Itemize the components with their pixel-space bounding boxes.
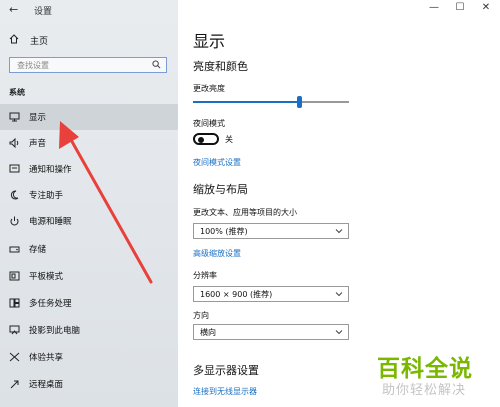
tablet-icon — [9, 271, 20, 281]
moon-icon — [10, 190, 19, 200]
brightness-slider-track[interactable] — [193, 101, 349, 103]
power-icon — [10, 216, 19, 226]
night-mode-toggle[interactable] — [193, 133, 219, 145]
search-input[interactable]: 查找设置 — [9, 57, 167, 73]
sidebar-item-sound[interactable]: 声音 — [0, 130, 178, 156]
scale-dropdown-value: 100% (推荐) — [200, 227, 248, 236]
share-icon — [9, 352, 20, 362]
scale-dropdown[interactable]: 100% (推荐) — [193, 223, 349, 239]
sidebar-item-label: 投影到此电脑 — [29, 326, 81, 336]
main-panel: — ☐ ✕ 显示 亮度和颜色 更改亮度 夜间模式 关 夜间模式设置 缩放与布局 … — [178, 0, 500, 407]
resolution-label: 分辨率 — [193, 271, 217, 280]
sidebar-item-label: 电源和睡眠 — [29, 217, 72, 227]
brightness-slider-fill — [193, 101, 300, 103]
toggle-knob — [198, 137, 204, 143]
sidebar-item-label: 远程桌面 — [29, 380, 64, 390]
brightness-section-heading: 亮度和颜色 — [193, 60, 248, 73]
sidebar-item-shared-experiences[interactable]: 体验共享 — [0, 344, 178, 370]
arrow-left-icon[interactable]: ← — [9, 3, 18, 16]
storage-icon — [9, 246, 20, 253]
sidebar: ← 设置 主页 查找设置 系统 显示 声音 通知和操作 专注助手 电源和睡眠 存… — [0, 0, 178, 407]
resolution-dropdown[interactable]: 1600 × 900 (推荐) — [193, 286, 349, 302]
notification-icon — [9, 164, 20, 173]
sidebar-item-label: 通知和操作 — [29, 165, 72, 175]
brightness-label: 更改亮度 — [193, 84, 225, 93]
sidebar-item-storage[interactable]: 存储 — [0, 236, 178, 262]
chevron-down-icon — [335, 229, 343, 234]
sidebar-item-label: 平板模式 — [29, 272, 64, 282]
home-icon — [9, 34, 19, 44]
project-icon — [9, 325, 20, 335]
multitask-icon — [9, 298, 20, 308]
sidebar-item-notifications[interactable]: 通知和操作 — [0, 156, 178, 182]
scale-label: 更改文本、应用等项目的大小 — [193, 208, 297, 217]
night-mode-settings-link[interactable]: 夜间模式设置 — [193, 157, 241, 168]
orientation-dropdown[interactable]: 横向 — [193, 324, 349, 340]
sidebar-item-tablet-mode[interactable]: 平板模式 — [0, 263, 178, 289]
sidebar-item-focus-assist[interactable]: 专注助手 — [0, 182, 178, 208]
sidebar-item-label: 体验共享 — [29, 353, 64, 363]
wireless-display-link[interactable]: 连接到无线显示器 — [193, 386, 257, 397]
section-label-system: 系统 — [9, 88, 25, 97]
resolution-dropdown-value: 1600 × 900 (推荐) — [200, 290, 273, 299]
close-button[interactable]: ✕ — [476, 2, 496, 13]
sidebar-item-power-sleep[interactable]: 电源和睡眠 — [0, 208, 178, 234]
sidebar-item-multitasking[interactable]: 多任务处理 — [0, 290, 178, 316]
orientation-dropdown-value: 横向 — [200, 328, 216, 337]
chevron-down-icon — [335, 330, 343, 335]
window-controls: — ☐ ✕ — [420, 0, 500, 18]
multi-display-section-heading: 多显示器设置 — [193, 364, 259, 377]
title-bar: ← 设置 — [0, 0, 178, 22]
sidebar-item-label: 专注助手 — [29, 191, 64, 201]
home-nav-item[interactable]: 主页 — [0, 28, 178, 52]
night-mode-label: 夜间模式 — [193, 119, 225, 128]
speaker-icon — [9, 138, 19, 148]
watermark-subtitle: 助你轻松解决 — [382, 383, 467, 398]
sidebar-item-label: 显示 — [29, 113, 47, 123]
orientation-label: 方向 — [193, 311, 209, 320]
remote-icon — [10, 380, 19, 389]
minimize-button[interactable]: — — [424, 2, 444, 13]
home-label: 主页 — [30, 37, 49, 47]
brightness-slider-thumb[interactable] — [296, 96, 302, 108]
sidebar-item-label: 多任务处理 — [29, 299, 72, 309]
night-mode-state: 关 — [225, 135, 233, 144]
advanced-scale-link[interactable]: 高级缩放设置 — [193, 248, 241, 259]
scale-section-heading: 缩放与布局 — [193, 183, 248, 196]
sidebar-item-project[interactable]: 投影到此电脑 — [0, 317, 178, 343]
page-title: 显示 — [193, 32, 226, 51]
search-icon[interactable] — [152, 60, 161, 69]
monitor-icon — [9, 112, 20, 122]
search-placeholder: 查找设置 — [17, 61, 49, 70]
maximize-button[interactable]: ☐ — [450, 2, 470, 13]
sidebar-item-label: 存储 — [29, 245, 47, 255]
watermark-title: 百科全说 — [377, 356, 473, 382]
app-title: 设置 — [34, 7, 53, 17]
chevron-down-icon — [335, 292, 343, 297]
watermark-logo: 百科全说 助你轻松解决 — [355, 349, 495, 405]
sidebar-item-remote-desktop[interactable]: 远程桌面 — [0, 371, 178, 397]
sidebar-item-display[interactable]: 显示 — [0, 104, 178, 130]
sidebar-item-label: 声音 — [29, 139, 47, 149]
